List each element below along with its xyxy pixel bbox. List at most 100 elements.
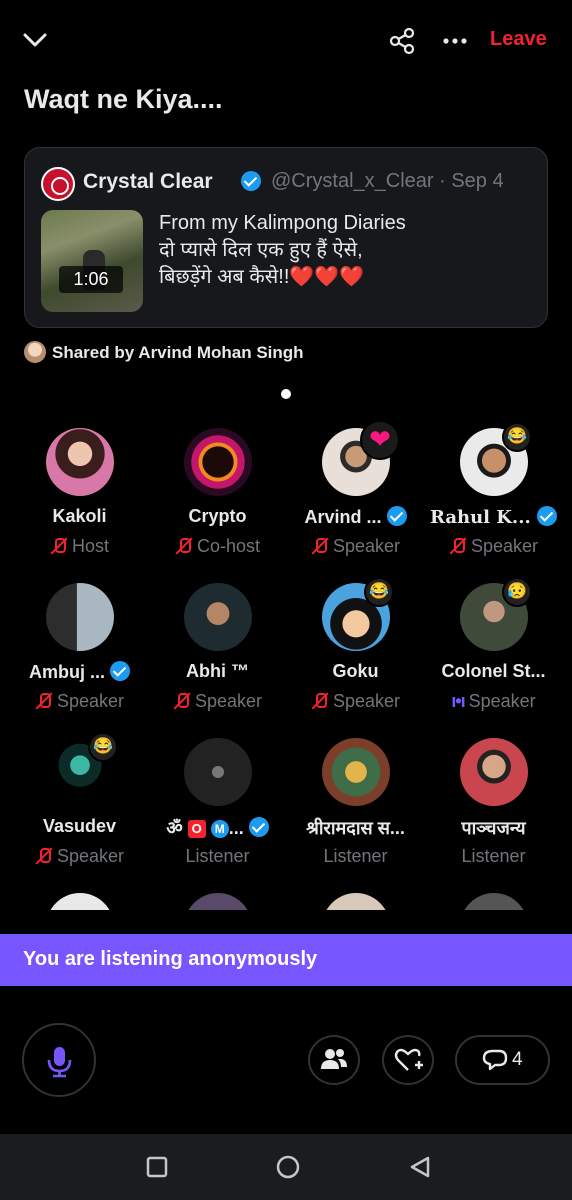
microphone-icon bbox=[47, 1047, 72, 1078]
video-thumbnail[interactable]: 1:06 bbox=[41, 210, 143, 312]
verified-badge-icon bbox=[248, 817, 269, 837]
leave-button[interactable]: Leave bbox=[490, 28, 547, 51]
participant-role: Speaker bbox=[8, 846, 151, 867]
participant-role: Host bbox=[8, 536, 151, 557]
author-avatar[interactable] bbox=[41, 167, 75, 201]
participant-panchjanya[interactable]: पाञ्चजन्य Listener bbox=[422, 730, 565, 880]
comments-button[interactable]: 4 bbox=[455, 1035, 550, 1085]
post-text-line: बिछड़ेंगे अब कैसे!!❤️❤️❤️ bbox=[159, 266, 365, 288]
participant-name: Crypto bbox=[188, 506, 247, 526]
participant-name: Goku bbox=[332, 661, 379, 681]
participant-colonel[interactable]: 😥 Colonel St... ı•ı Speaker bbox=[422, 575, 565, 725]
m-badge: M bbox=[210, 820, 229, 838]
participant-shriramdas[interactable]: श्रीरामदास स... Listener bbox=[284, 730, 427, 880]
author-name: Crystal Clear bbox=[83, 170, 213, 193]
post-text-line: From my Kalimpong Diaries bbox=[159, 212, 406, 234]
mic-off-icon bbox=[173, 692, 191, 710]
triangle-back-icon[interactable] bbox=[408, 1155, 432, 1179]
heart-plus-icon bbox=[394, 1048, 423, 1071]
participant-role: ı•ı Speaker bbox=[451, 691, 536, 711]
participant-crypto[interactable]: Crypto Co-host bbox=[146, 420, 289, 570]
space-title: Waqt ne Kiya.... bbox=[24, 84, 223, 114]
participant-om[interactable]: ॐ O M... Listener bbox=[146, 730, 289, 880]
laughing-emoji-icon: 😂 bbox=[502, 422, 532, 452]
participant-role: Speaker bbox=[146, 691, 289, 712]
avatar bbox=[184, 893, 252, 910]
avatar bbox=[184, 738, 252, 806]
comment-count: 4 bbox=[512, 1049, 523, 1070]
circle-icon[interactable] bbox=[276, 1155, 300, 1179]
avatar bbox=[460, 893, 528, 910]
anonymous-listening-banner: You are listening anonymously bbox=[0, 934, 572, 986]
participants-grid: Kakoli Host Crypto Co-host ❤ Arvind ... … bbox=[0, 420, 572, 910]
avatar bbox=[24, 341, 46, 363]
participant-role: Speaker bbox=[422, 536, 565, 557]
participant-partial[interactable] bbox=[8, 885, 151, 910]
mic-off-icon bbox=[311, 537, 329, 555]
mic-off-icon bbox=[50, 537, 68, 555]
participant-partial[interactable] bbox=[422, 885, 565, 910]
participant-role: Co-host bbox=[146, 536, 289, 557]
speaking-wave-icon: ı•ı bbox=[451, 691, 465, 711]
reaction-button[interactable] bbox=[382, 1035, 434, 1085]
system-nav-bar bbox=[0, 1134, 572, 1200]
participant-abhi[interactable]: Abhi ™ Speaker bbox=[146, 575, 289, 725]
verified-badge-icon bbox=[110, 661, 130, 681]
avatar bbox=[46, 893, 114, 910]
square-icon[interactable] bbox=[146, 1156, 168, 1178]
page-indicator-dot bbox=[281, 389, 291, 399]
participant-role: Speaker bbox=[284, 691, 427, 712]
author-handle: @Crystal_x_Clear · Sep 4 bbox=[271, 170, 504, 192]
avatar bbox=[460, 738, 528, 806]
participant-role: Speaker bbox=[284, 536, 427, 557]
video-duration: 1:06 bbox=[59, 266, 123, 293]
participant-goku[interactable]: 😂 Goku Speaker bbox=[284, 575, 427, 725]
share-icon[interactable] bbox=[388, 27, 418, 55]
participant-name: Arvind ... bbox=[284, 506, 427, 528]
mic-off-icon bbox=[311, 692, 329, 710]
participant-rahul[interactable]: 😂 Rahul K... Speaker bbox=[422, 420, 565, 570]
people-icon bbox=[321, 1049, 347, 1069]
avatar bbox=[322, 738, 390, 806]
avatar bbox=[322, 893, 390, 910]
post-text-line: दो प्यासे दिल एक हुए हैं ऐसे, bbox=[159, 239, 363, 261]
avatar bbox=[46, 583, 114, 651]
participant-partial[interactable] bbox=[284, 885, 427, 910]
more-horizontal-icon[interactable] bbox=[440, 27, 470, 55]
participants-button[interactable] bbox=[308, 1035, 360, 1085]
mic-off-icon bbox=[35, 692, 53, 710]
verified-badge-icon bbox=[537, 506, 558, 526]
laughing-emoji-icon: 😂 bbox=[88, 732, 118, 762]
mic-off-icon bbox=[449, 537, 467, 555]
verified-badge-icon bbox=[386, 506, 407, 526]
participant-kakoli[interactable]: Kakoli Host bbox=[8, 420, 151, 570]
participant-name: श्रीरामदास स... bbox=[306, 818, 405, 838]
participant-partial[interactable] bbox=[146, 885, 289, 910]
participant-name: Kakoli bbox=[52, 506, 107, 526]
participant-name: Ambuj ... bbox=[8, 661, 151, 683]
microphone-button[interactable] bbox=[22, 1023, 96, 1097]
participant-name: Rahul K... bbox=[422, 506, 565, 528]
avatar bbox=[184, 428, 252, 496]
pinned-post-card[interactable]: Crystal Clear @Crystal_x_Clear · Sep 4 1… bbox=[24, 147, 548, 328]
top-bar: Leave bbox=[0, 0, 572, 80]
participant-vasudev[interactable]: 😂 Vasudev Speaker bbox=[8, 730, 151, 880]
participant-role: Listener bbox=[185, 846, 250, 866]
chevron-down-icon[interactable] bbox=[20, 26, 50, 54]
avatar bbox=[184, 583, 252, 651]
banner-text: You are listening anonymously bbox=[23, 948, 318, 970]
mic-off-icon bbox=[35, 847, 53, 865]
participant-name: ॐ O M... bbox=[146, 816, 289, 840]
participant-ambuj[interactable]: Ambuj ... Speaker bbox=[8, 575, 151, 725]
post-text: From my Kalimpong Diaries दो प्यासे दिल … bbox=[159, 210, 539, 291]
participant-name: Colonel St... bbox=[441, 661, 546, 681]
laughing-emoji-icon: 😂 bbox=[364, 577, 394, 607]
participant-role: Listener bbox=[323, 846, 388, 866]
red-o-badge: O bbox=[187, 820, 206, 838]
participant-name: Vasudev bbox=[42, 816, 117, 836]
participant-name: पाञ्चजन्य bbox=[461, 818, 526, 838]
avatar bbox=[46, 428, 114, 496]
participant-arvind[interactable]: ❤ Arvind ... Speaker bbox=[284, 420, 427, 570]
participant-role: Listener bbox=[461, 846, 526, 866]
sad-emoji-icon: 😥 bbox=[502, 577, 532, 607]
